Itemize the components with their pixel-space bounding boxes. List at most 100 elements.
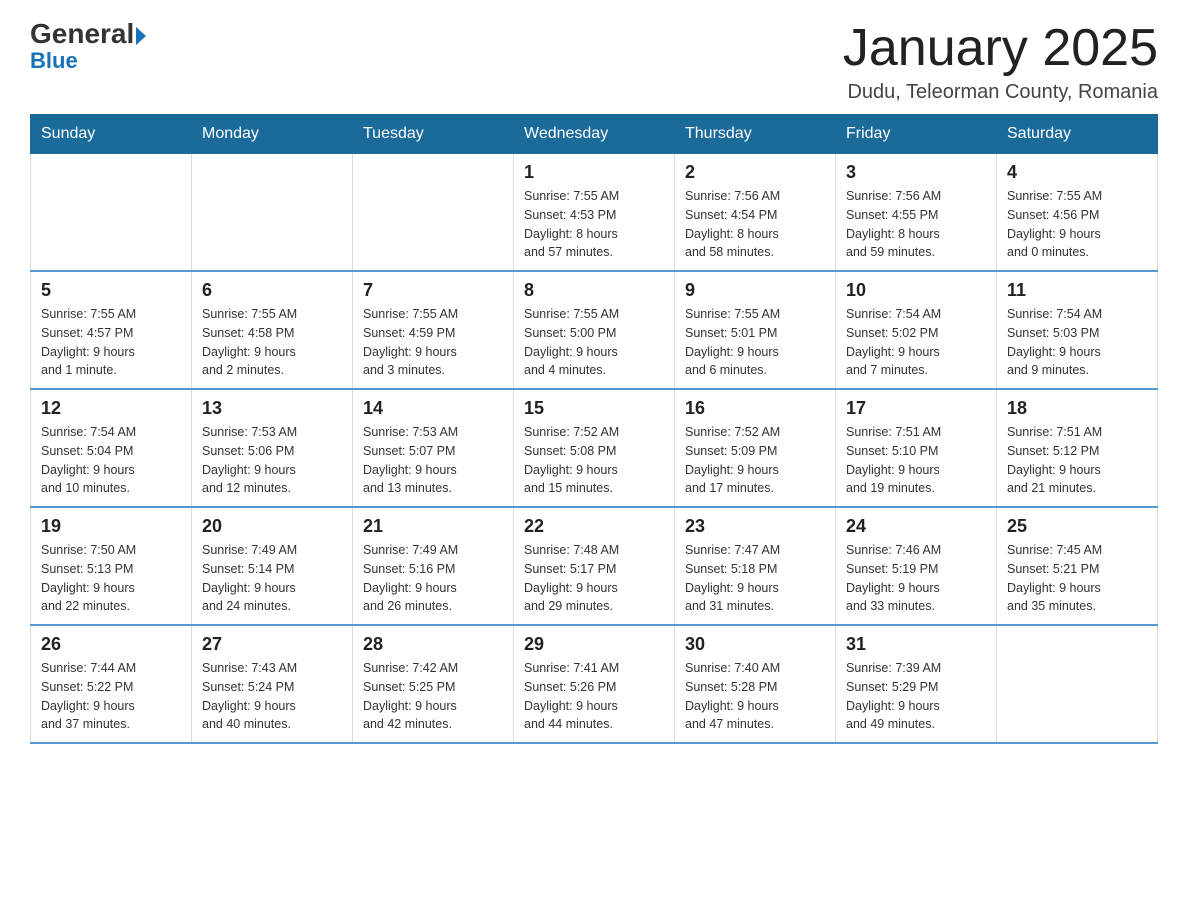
calendar-cell-w4-d7: 25 Sunrise: 7:45 AM Sunset: 5:21 PM Dayli…: [997, 507, 1158, 625]
day-number: 14: [363, 398, 503, 419]
calendar-cell-w4-d4: 22 Sunrise: 7:48 AM Sunset: 5:17 PM Dayli…: [514, 507, 675, 625]
day-number: 19: [41, 516, 181, 537]
header-monday: Monday: [192, 115, 353, 154]
day-info: Sunrise: 7:43 AM Sunset: 5:24 PM Dayligh…: [202, 659, 342, 734]
calendar-cell-w2-d5: 9Sunrise: 7:55 AM Sunset: 5:01 PM Daylig…: [675, 271, 836, 389]
calendar-cell-w1-d7: 4 Sunrise: 7:55 AM Sunset: 4:56 PM Daylig…: [997, 154, 1158, 272]
day-info: Sunrise: 7:45 AM Sunset: 5:21 PM Dayligh…: [1007, 541, 1147, 616]
calendar-cell-w1-d4: 1 Sunrise: 7:55 AM Sunset: 4:53 PM Daylig…: [514, 154, 675, 272]
calendar-cell-w3-d2: 13 Sunrise: 7:53 AM Sunset: 5:06 PM Dayli…: [192, 389, 353, 507]
calendar-cell-w4-d3: 21 Sunrise: 7:49 AM Sunset: 5:16 PM Dayli…: [353, 507, 514, 625]
logo-general-text: General: [30, 20, 146, 48]
calendar-cell-w3-d7: 18 Sunrise: 7:51 AM Sunset: 5:12 PM Dayli…: [997, 389, 1158, 507]
week-row-3: 12 Sunrise: 7:54 AM Sunset: 5:04 PM Dayli…: [31, 389, 1158, 507]
day-info: Sunrise: 7:55 AM Sunset: 5:00 PM Dayligh…: [524, 305, 664, 380]
day-info: Sunrise: 7:53 AM Sunset: 5:07 PM Dayligh…: [363, 423, 503, 498]
day-number: 22: [524, 516, 664, 537]
day-info: Sunrise: 7:54 AM Sunset: 5:02 PM Dayligh…: [846, 305, 986, 380]
week-row-2: 5Sunrise: 7:55 AM Sunset: 4:57 PM Daylig…: [31, 271, 1158, 389]
calendar-cell-w3-d6: 17Sunrise: 7:51 AM Sunset: 5:10 PM Dayli…: [836, 389, 997, 507]
logo: General Blue: [30, 20, 146, 72]
week-row-5: 26 Sunrise: 7:44 AM Sunset: 5:22 PM Dayli…: [31, 625, 1158, 743]
day-number: 24: [846, 516, 986, 537]
day-info: Sunrise: 7:54 AM Sunset: 5:03 PM Dayligh…: [1007, 305, 1147, 380]
day-info: Sunrise: 7:50 AM Sunset: 5:13 PM Dayligh…: [41, 541, 181, 616]
day-info: Sunrise: 7:41 AM Sunset: 5:26 PM Dayligh…: [524, 659, 664, 734]
day-info: Sunrise: 7:55 AM Sunset: 4:58 PM Dayligh…: [202, 305, 342, 380]
calendar-cell-w3-d3: 14 Sunrise: 7:53 AM Sunset: 5:07 PM Dayli…: [353, 389, 514, 507]
day-number: 6: [202, 280, 342, 301]
calendar-cell-w3-d1: 12 Sunrise: 7:54 AM Sunset: 5:04 PM Dayli…: [31, 389, 192, 507]
day-number: 4: [1007, 162, 1147, 183]
day-number: 20: [202, 516, 342, 537]
calendar-header: Sunday Monday Tuesday Wednesday Thursday…: [31, 115, 1158, 154]
day-info: Sunrise: 7:39 AM Sunset: 5:29 PM Dayligh…: [846, 659, 986, 734]
header-friday: Friday: [836, 115, 997, 154]
day-info: Sunrise: 7:54 AM Sunset: 5:04 PM Dayligh…: [41, 423, 181, 498]
calendar-cell-w4-d6: 24 Sunrise: 7:46 AM Sunset: 5:19 PM Dayli…: [836, 507, 997, 625]
calendar-cell-w4-d1: 19 Sunrise: 7:50 AM Sunset: 5:13 PM Dayli…: [31, 507, 192, 625]
day-info: Sunrise: 7:56 AM Sunset: 4:54 PM Dayligh…: [685, 187, 825, 262]
calendar-cell-w1-d6: 3 Sunrise: 7:56 AM Sunset: 4:55 PM Daylig…: [836, 154, 997, 272]
day-number: 21: [363, 516, 503, 537]
calendar-cell-w2-d3: 7Sunrise: 7:55 AM Sunset: 4:59 PM Daylig…: [353, 271, 514, 389]
calendar-cell-w2-d1: 5Sunrise: 7:55 AM Sunset: 4:57 PM Daylig…: [31, 271, 192, 389]
day-info: Sunrise: 7:51 AM Sunset: 5:10 PM Dayligh…: [846, 423, 986, 498]
day-info: Sunrise: 7:53 AM Sunset: 5:06 PM Dayligh…: [202, 423, 342, 498]
header-saturday: Saturday: [997, 115, 1158, 154]
calendar-cell-w5-d4: 29 Sunrise: 7:41 AM Sunset: 5:26 PM Dayli…: [514, 625, 675, 743]
day-info: Sunrise: 7:55 AM Sunset: 4:57 PM Dayligh…: [41, 305, 181, 380]
calendar-cell-w1-d2: [192, 154, 353, 272]
page-header: General Blue January 2025 Dudu, Teleorma…: [30, 20, 1158, 104]
calendar-cell-w2-d7: 11 Sunrise: 7:54 AM Sunset: 5:03 PM Dayli…: [997, 271, 1158, 389]
day-number: 1: [524, 162, 664, 183]
calendar-cell-w5-d7: [997, 625, 1158, 743]
calendar-cell-w4-d5: 23 Sunrise: 7:47 AM Sunset: 5:18 PM Dayli…: [675, 507, 836, 625]
day-info: Sunrise: 7:42 AM Sunset: 5:25 PM Dayligh…: [363, 659, 503, 734]
calendar-cell-w5-d6: 31 Sunrise: 7:39 AM Sunset: 5:29 PM Dayli…: [836, 625, 997, 743]
day-info: Sunrise: 7:52 AM Sunset: 5:08 PM Dayligh…: [524, 423, 664, 498]
day-number: 8: [524, 280, 664, 301]
header-sunday: Sunday: [31, 115, 192, 154]
header-tuesday: Tuesday: [353, 115, 514, 154]
logo-blue-text: Blue: [30, 50, 78, 72]
day-info: Sunrise: 7:44 AM Sunset: 5:22 PM Dayligh…: [41, 659, 181, 734]
week-row-4: 19 Sunrise: 7:50 AM Sunset: 5:13 PM Dayli…: [31, 507, 1158, 625]
day-number: 25: [1007, 516, 1147, 537]
header-row: Sunday Monday Tuesday Wednesday Thursday…: [31, 115, 1158, 154]
day-number: 12: [41, 398, 181, 419]
week-row-1: 1 Sunrise: 7:55 AM Sunset: 4:53 PM Daylig…: [31, 154, 1158, 272]
day-info: Sunrise: 7:56 AM Sunset: 4:55 PM Dayligh…: [846, 187, 986, 262]
day-number: 3: [846, 162, 986, 183]
calendar-table: Sunday Monday Tuesday Wednesday Thursday…: [30, 114, 1158, 744]
calendar-cell-w3-d5: 16Sunrise: 7:52 AM Sunset: 5:09 PM Dayli…: [675, 389, 836, 507]
day-info: Sunrise: 7:47 AM Sunset: 5:18 PM Dayligh…: [685, 541, 825, 616]
day-info: Sunrise: 7:49 AM Sunset: 5:16 PM Dayligh…: [363, 541, 503, 616]
day-number: 10: [846, 280, 986, 301]
location-subtitle: Dudu, Teleorman County, Romania: [843, 81, 1158, 104]
day-number: 27: [202, 634, 342, 655]
day-info: Sunrise: 7:55 AM Sunset: 4:59 PM Dayligh…: [363, 305, 503, 380]
logo-arrow-icon: [136, 27, 146, 45]
day-number: 23: [685, 516, 825, 537]
day-number: 16: [685, 398, 825, 419]
day-number: 29: [524, 634, 664, 655]
day-info: Sunrise: 7:49 AM Sunset: 5:14 PM Dayligh…: [202, 541, 342, 616]
day-info: Sunrise: 7:51 AM Sunset: 5:12 PM Dayligh…: [1007, 423, 1147, 498]
title-section: January 2025 Dudu, Teleorman County, Rom…: [843, 20, 1158, 104]
calendar-cell-w3-d4: 15Sunrise: 7:52 AM Sunset: 5:08 PM Dayli…: [514, 389, 675, 507]
day-number: 26: [41, 634, 181, 655]
day-number: 31: [846, 634, 986, 655]
calendar-cell-w1-d3: [353, 154, 514, 272]
day-info: Sunrise: 7:48 AM Sunset: 5:17 PM Dayligh…: [524, 541, 664, 616]
day-number: 18: [1007, 398, 1147, 419]
calendar-body: 1 Sunrise: 7:55 AM Sunset: 4:53 PM Daylig…: [31, 154, 1158, 744]
day-number: 11: [1007, 280, 1147, 301]
day-number: 28: [363, 634, 503, 655]
day-number: 13: [202, 398, 342, 419]
day-info: Sunrise: 7:46 AM Sunset: 5:19 PM Dayligh…: [846, 541, 986, 616]
day-info: Sunrise: 7:55 AM Sunset: 4:53 PM Dayligh…: [524, 187, 664, 262]
day-number: 30: [685, 634, 825, 655]
day-info: Sunrise: 7:55 AM Sunset: 4:56 PM Dayligh…: [1007, 187, 1147, 262]
calendar-cell-w2-d2: 6 Sunrise: 7:55 AM Sunset: 4:58 PM Daylig…: [192, 271, 353, 389]
